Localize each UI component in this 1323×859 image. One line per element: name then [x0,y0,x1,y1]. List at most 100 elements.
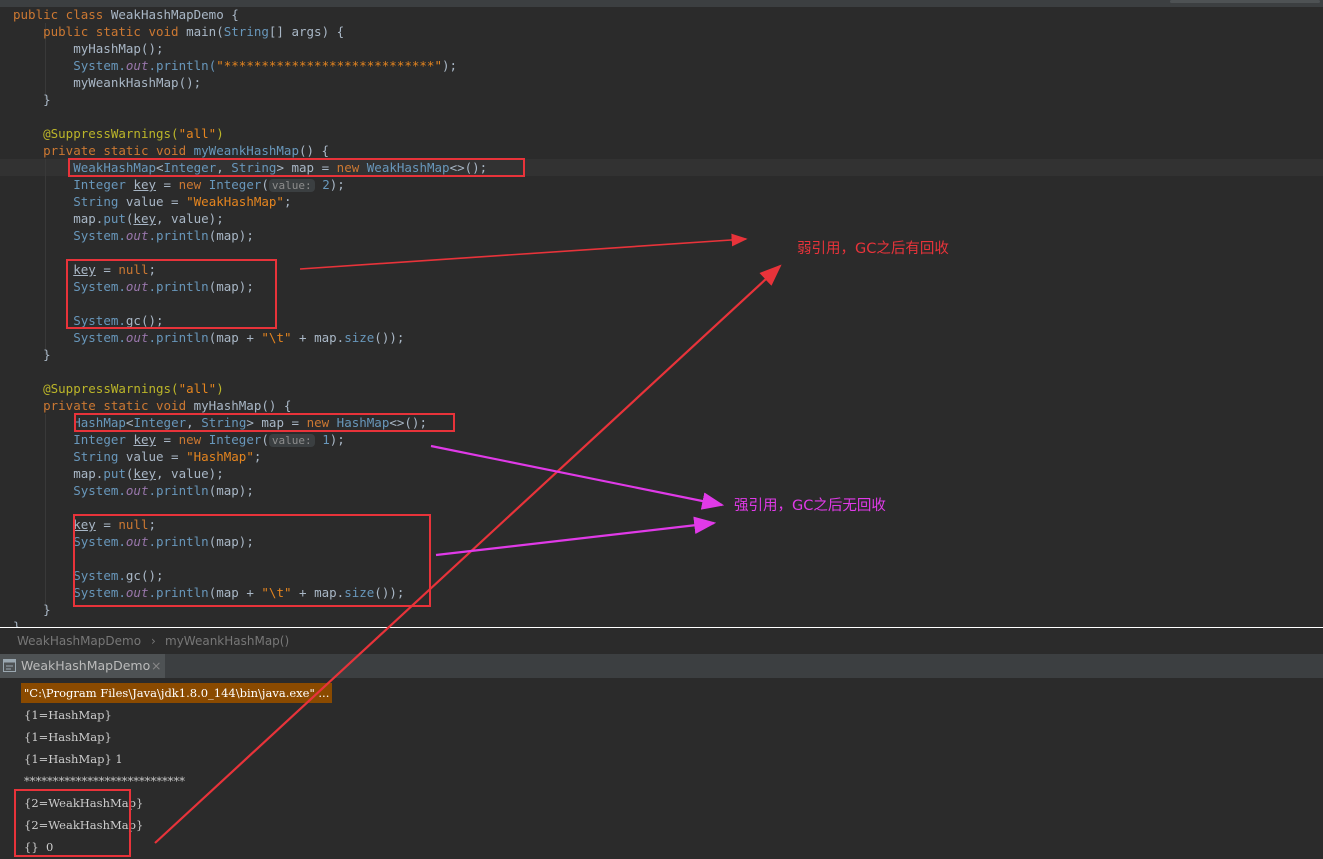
code-token: Integer [73,177,134,192]
breadcrumb-method[interactable]: myWeankHashMap() [165,634,289,648]
breadcrumb: WeakHashMapDemo › myWeankHashMap() [0,627,1323,654]
code-token: String [73,194,126,209]
code-line[interactable] [13,363,487,380]
top-tab-fragment[interactable] [1170,0,1320,3]
parameter-hint: value: [268,434,315,447]
code-line[interactable]: private static void myHashMap() { [13,397,487,414]
code-token: System. [73,58,126,73]
code-line[interactable]: map.put(key, value); [13,210,487,227]
code-token: out [125,58,149,73]
console-output-line: {1=HashMap} [24,708,112,722]
parameter-hint: value: [268,179,315,192]
code-token: key [133,177,157,192]
code-token: ; [253,449,262,464]
code-line[interactable]: System.out.println(map); [13,482,487,499]
code-token: ( [261,177,269,192]
highlight-box-weak-output [14,789,131,857]
code-line[interactable]: @SuppressWarnings("all") [13,380,487,397]
close-icon[interactable]: × [151,658,161,673]
code-token: System. [73,330,126,345]
code-line[interactable]: myWeankHashMap(); [13,74,487,91]
code-line[interactable]: public class WeakHashMapDemo { [13,7,487,23]
code-line[interactable] [13,108,487,125]
console-output[interactable]: "C:\Program Files\Java\jdk1.8.0_144\bin\… [0,678,1323,859]
console-command-line: "C:\Program Files\Java\jdk1.8.0_144\bin\… [21,683,333,703]
highlight-box-weak-gc [66,259,277,329]
code-token: ); [329,432,345,447]
code-token: "\t" [261,330,292,345]
code-token: out [125,330,149,345]
run-tool-window-header: WeakHashMapDemo × [0,654,1323,678]
code-line[interactable]: System.out.println(map); [13,227,487,244]
code-token: .println [148,228,209,243]
code-token: } [13,347,51,362]
code-token: String [223,24,269,39]
console-icon [3,659,16,672]
code-token: ()); [374,330,405,345]
code-token: ); [442,58,458,73]
code-line[interactable]: System.out.println("********************… [13,57,487,74]
code-token: = [156,432,179,447]
breadcrumb-class[interactable]: WeakHashMapDemo [17,634,141,648]
code-line[interactable]: myHashMap(); [13,40,487,57]
code-token: (map); [208,483,254,498]
code-token: [] args) { [268,24,345,39]
code-token: 1 [314,432,330,447]
code-token: (map); [208,228,254,243]
strong-reference-note: 强引用，GC之后无回收 [734,498,886,514]
code-token: , value); [156,211,224,226]
code-token: key [133,211,156,226]
highlight-box-strong-gc [73,514,431,607]
code-token: + map. [291,330,345,345]
code-line[interactable]: } [13,91,487,108]
code-token: .println [148,330,209,345]
code-token: put [103,466,126,481]
code-token: "****************************" [216,58,442,73]
code-token: myWeankHashMap [193,143,299,158]
code-line[interactable]: Integer key = new Integer(value: 1); [13,431,487,448]
code-token: WeakHashMapDemo { [110,7,239,22]
console-output-line: {1=HashMap} 1 [24,752,123,766]
code-line[interactable]: } [13,618,487,627]
code-token: } [13,619,21,627]
run-tab[interactable]: WeakHashMapDemo × [0,654,165,678]
code-token: "WeakHashMap" [186,194,284,209]
code-token: out [125,483,149,498]
code-token: ) [216,381,224,396]
code-line[interactable]: } [13,346,487,363]
code-line[interactable]: System.out.println(map + "\t" + map.size… [13,329,487,346]
code-token: value = [125,194,187,209]
code-token: System. [73,483,126,498]
code-token: put [103,211,126,226]
code-line[interactable]: String value = "WeakHashMap"; [13,193,487,210]
code-line[interactable]: map.put(key, value); [13,465,487,482]
code-line[interactable]: public static void main(String[] args) { [13,23,487,40]
code-token: size [344,330,375,345]
code-line[interactable]: @SuppressWarnings("all") [13,125,487,142]
code-token: System. [73,228,126,243]
code-token: Integer [73,432,134,447]
code-line[interactable]: private static void myWeankHashMap() { [13,142,487,159]
code-line[interactable]: Integer key = new Integer(value: 2); [13,176,487,193]
code-token: myHashMap() { [193,398,292,413]
code-token: main( [186,24,224,39]
code-token: Integer [208,432,262,447]
code-token: = [156,177,179,192]
code-token: , value); [156,466,224,481]
code-line[interactable]: String value = "HashMap"; [13,448,487,465]
